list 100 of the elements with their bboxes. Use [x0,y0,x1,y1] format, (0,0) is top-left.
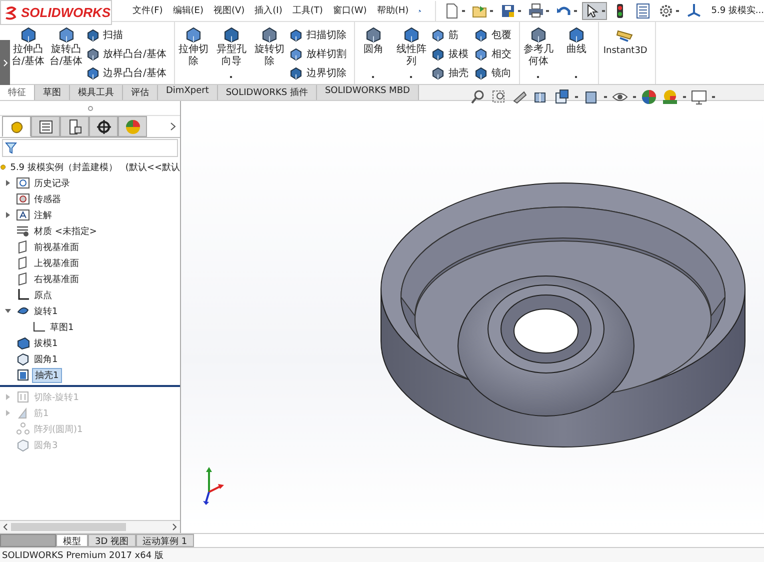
tool-button[interactable]: 旋转凸台/基体 [48,44,84,68]
scene-icon[interactable] [662,89,678,105]
model-tab[interactable]: 3D 视图 [88,534,136,547]
caret-icon[interactable] [546,10,550,12]
tree-item[interactable]: 上视基准面 [32,256,81,270]
feature-tool-icon[interactable] [86,46,100,60]
tool-button[interactable]: 曲线 [558,44,594,56]
tool-button[interactable]: 筋 [448,28,458,42]
tree-item[interactable]: 历史记录 [32,176,72,190]
command-tab[interactable]: SOLIDWORKS MBD [316,85,419,100]
tool-button[interactable]: Instant3D [599,45,652,57]
tree-item[interactable]: 旋转1 [32,304,60,318]
view-orientation-icon[interactable] [554,89,570,105]
document-icon[interactable] [444,2,460,18]
command-tab[interactable]: SOLIDWORKS 插件 [218,85,317,100]
list-icon[interactable] [635,2,652,18]
tree-item[interactable]: 拔模1 [32,336,60,350]
feature-tool-icon[interactable] [474,66,488,80]
tree-item[interactable]: 圆角1 [32,352,60,366]
tree-item[interactable]: 抽壳1 [32,368,62,382]
caret-icon[interactable] [462,10,466,12]
panel-tab[interactable] [2,116,31,137]
caret-icon[interactable] [574,10,578,12]
menu-item[interactable]: 窗口(W) [332,2,368,19]
caret-icon[interactable] [518,10,522,12]
menu-item[interactable]: 帮助(H) [376,2,410,19]
feature-tool-icon[interactable] [289,28,304,42]
tool-button[interactable]: 相交 [491,46,512,60]
caret-icon[interactable] [575,76,578,78]
feature-tool-icon[interactable] [364,26,382,43]
panel-tab[interactable] [89,116,118,137]
menu-item[interactable]: 插入(I) [254,2,284,19]
feature-tool-icon[interactable] [289,66,304,80]
tree-item[interactable]: 传感器 [32,192,63,206]
monitor-icon[interactable] [691,89,707,105]
tool-button[interactable]: 边界凸台/基体 [103,66,166,80]
feature-tool-icon[interactable] [530,26,547,43]
command-tab[interactable]: 模具工具 [70,85,123,100]
menu-item[interactable]: 视图(V) [212,2,246,19]
appearance-sphere-icon[interactable] [641,89,657,105]
collapse-arrow-icon[interactable] [4,307,12,315]
caret-icon[interactable] [490,10,494,12]
feature-tool-icon[interactable] [20,26,36,43]
tree-item[interactable]: 前视基准面 [32,240,81,254]
feature-tool-icon[interactable] [568,26,585,43]
caret-icon[interactable] [676,10,680,12]
caret-icon[interactable] [372,76,374,78]
caret-icon[interactable] [537,76,540,78]
tool-button[interactable]: 扫描切除 [306,28,346,42]
panel-toggle-handle[interactable] [0,40,10,85]
chevron-left-icon[interactable] [3,523,8,531]
part-model-drawing[interactable] [380,182,746,448]
command-tab[interactable]: DimXpert [158,85,218,100]
caret-icon[interactable] [230,76,232,78]
feature-tool-icon[interactable] [222,26,240,43]
caret-icon[interactable] [602,10,606,12]
tool-button[interactable]: 镜向 [491,66,512,80]
panel-tab[interactable] [31,116,60,137]
tool-button[interactable]: 旋转切除 [251,44,288,68]
tool-button[interactable]: 拉伸凸台/基体 [10,44,46,68]
horizontal-scrollbar[interactable] [0,520,180,533]
tree-item[interactable]: 材质 <未指定> [32,224,99,238]
tree-item[interactable]: 原点 [32,288,54,302]
zoom-area-icon[interactable] [491,89,507,105]
scrollbar-thumb[interactable] [11,523,126,531]
tool-button[interactable]: 异型孔向导 [213,44,250,68]
floppy-icon[interactable] [500,2,516,18]
tool-button[interactable]: 包覆 [491,28,512,42]
feature-tool-icon[interactable] [474,28,488,42]
feature-tool-icon[interactable] [86,28,100,42]
settings-icon[interactable] [658,2,674,18]
command-tab[interactable]: 草图 [35,85,70,100]
tool-button[interactable]: 放样切割 [306,46,346,60]
display-style-icon[interactable] [583,89,599,105]
feature-tool-icon[interactable] [58,26,74,43]
tool-button[interactable]: 边界切除 [306,66,346,80]
filter-field[interactable] [2,139,178,157]
command-tab[interactable]: 特征 [0,85,35,100]
feature-tool-icon[interactable] [260,26,278,43]
tool-button[interactable]: 拉伸切除 [175,44,212,68]
previous-view-icon[interactable] [512,89,528,105]
chevron-right-icon[interactable] [172,523,177,531]
tool-button[interactable]: 抽壳 [448,66,468,80]
tool-button[interactable]: 扫描 [103,28,123,42]
expand-arrow-icon[interactable] [4,179,12,187]
feature-tool-icon[interactable] [474,46,488,60]
chevron-right-icon[interactable] [170,122,176,131]
feature-tool-icon[interactable] [289,46,304,60]
caret-icon[interactable] [410,76,412,78]
feature-tool-icon[interactable] [86,66,100,80]
expand-arrow-icon[interactable] [4,211,12,219]
tool-button[interactable]: 参考几何体 [520,44,556,68]
part-name[interactable]: 5.9 拔模实例（封盖建模） [8,160,120,174]
feature-tool-icon[interactable] [431,28,446,42]
tree-item[interactable]: 注解 [32,208,54,222]
menu-item[interactable]: 编辑(E) [172,2,204,19]
menu-item[interactable]: 文件(F) [132,2,164,19]
tool-button[interactable]: 放样凸台/基体 [103,46,166,60]
tree-item[interactable]: 草图1 [48,320,76,334]
axis-stand-icon[interactable] [686,2,702,18]
